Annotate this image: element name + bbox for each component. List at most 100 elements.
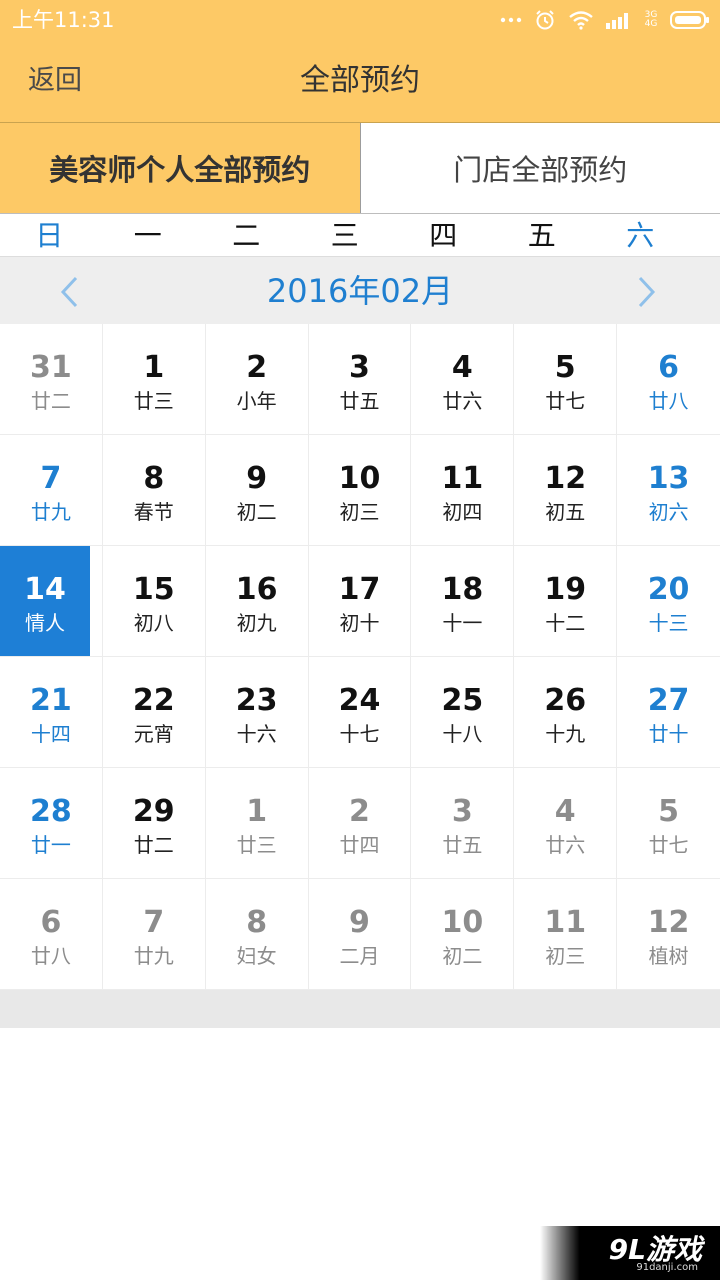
calendar-day[interactable]: 8 妇女 <box>205 879 309 990</box>
calendar-day[interactable]: 10 初三 <box>308 435 412 546</box>
lunar-date: 十八 <box>442 722 483 746</box>
weekday-header: 日 一 二 三 四 五 六 <box>0 214 720 256</box>
lunar-date: 初二 <box>442 944 483 968</box>
calendar-day[interactable]: 22 元宵 <box>102 657 206 768</box>
calendar-day[interactable]: 9 初二 <box>205 435 309 546</box>
weekday-sat: 六 <box>626 219 655 252</box>
calendar-day[interactable]: 18 十一 <box>411 546 515 657</box>
lunar-date: 春节 <box>133 500 174 524</box>
calendar-day[interactable]: 24 十七 <box>308 657 412 768</box>
lunar-date: 十一 <box>442 611 483 635</box>
lunar-date: 廿二 <box>30 389 71 413</box>
day-number: 9 <box>246 461 268 496</box>
lunar-date: 十六 <box>236 722 277 746</box>
calendar-day[interactable]: 6 廿八 <box>0 879 103 990</box>
day-number: 29 <box>132 794 175 829</box>
day-number: 24 <box>338 683 381 718</box>
lunar-date: 初十 <box>339 611 380 635</box>
calendar-day[interactable]: 1 廿三 <box>102 324 206 435</box>
wifi-icon <box>568 10 594 30</box>
calendar-day[interactable]: 1 廿三 <box>205 768 309 879</box>
day-number: 5 <box>554 350 576 385</box>
weekday-mon: 一 <box>133 219 162 252</box>
lunar-date: 廿四 <box>339 833 380 857</box>
network-type: 3G 4G <box>644 10 658 29</box>
signal-icon <box>606 11 632 29</box>
day-number: 28 <box>30 794 72 829</box>
lunar-date: 初八 <box>133 611 174 635</box>
calendar-day[interactable]: 16 初九 <box>205 546 309 657</box>
calendar-day[interactable]: 12 初五 <box>514 435 618 546</box>
calendar-day[interactable]: 29 廿二 <box>102 768 206 879</box>
day-number: 12 <box>647 905 690 940</box>
day-number: 7 <box>40 461 62 496</box>
lunar-date: 情人 <box>25 611 65 635</box>
calendar-day[interactable]: 19 十二 <box>514 546 618 657</box>
calendar-day-selected[interactable]: 14 情人 <box>0 546 103 657</box>
tab-store-appointments[interactable]: 门店全部预约 <box>360 123 720 213</box>
weekday-fri: 五 <box>527 219 556 252</box>
calendar-day[interactable]: 25 十八 <box>411 657 515 768</box>
chevron-right-icon[interactable] <box>636 275 658 313</box>
day-number: 8 <box>246 905 268 940</box>
calendar-day[interactable]: 2 廿四 <box>308 768 412 879</box>
day-number: 2 <box>349 794 370 829</box>
day-number: 25 <box>441 683 484 718</box>
lunar-date: 初三 <box>339 500 380 524</box>
calendar-day[interactable]: 12 植树 <box>617 879 720 990</box>
lunar-date: 廿九 <box>133 944 174 968</box>
calendar-day[interactable]: 5 廿七 <box>514 324 618 435</box>
calendar-day[interactable]: 31 廿二 <box>0 324 103 435</box>
day-number: 15 <box>132 572 175 607</box>
calendar-day[interactable]: 21 十四 <box>0 657 103 768</box>
calendar-day[interactable]: 10 初二 <box>411 879 515 990</box>
calendar-day[interactable]: 5 廿七 <box>617 768 720 879</box>
day-number: 18 <box>441 572 484 607</box>
lunar-date: 廿五 <box>442 833 483 857</box>
weekday-sun: 日 <box>35 219 64 252</box>
calendar-day[interactable]: 3 廿五 <box>411 768 515 879</box>
calendar-day[interactable]: 7 廿九 <box>102 879 206 990</box>
calendar-day[interactable]: 4 廿六 <box>514 768 618 879</box>
alarm-icon <box>534 9 556 31</box>
lunar-date: 十四 <box>30 722 71 746</box>
calendar-day[interactable]: 17 初十 <box>308 546 412 657</box>
calendar-day[interactable]: 28 廿一 <box>0 768 103 879</box>
calendar-day[interactable]: 6 廿八 <box>617 324 720 435</box>
day-number: 4 <box>554 794 576 829</box>
lunar-date: 廿六 <box>442 389 483 413</box>
calendar-day[interactable]: 15 初八 <box>102 546 206 657</box>
lunar-date: 廿七 <box>545 389 586 413</box>
calendar-day[interactable]: 13 初六 <box>617 435 720 546</box>
calendar-day[interactable]: 20 十三 <box>617 546 720 657</box>
day-number: 8 <box>143 461 165 496</box>
calendar-day[interactable]: 8 春节 <box>102 435 206 546</box>
day-number: 12 <box>544 461 587 496</box>
tab-beautician-appointments[interactable]: 美容师个人全部预约 <box>0 123 361 213</box>
calendar-day[interactable]: 4 廿六 <box>411 324 515 435</box>
calendar-day[interactable]: 27 廿十 <box>617 657 720 768</box>
month-navigator: 2016年02月 <box>0 256 720 324</box>
day-number: 17 <box>338 572 381 607</box>
lunar-date: 初九 <box>236 611 277 635</box>
calendar-day[interactable]: 7 廿九 <box>0 435 103 546</box>
calendar-day[interactable]: 11 初三 <box>514 879 618 990</box>
lunar-date: 初六 <box>648 500 689 524</box>
weekday-wed: 三 <box>330 219 359 252</box>
lunar-date: 十三 <box>648 611 689 635</box>
calendar-day[interactable]: 2 小年 <box>205 324 309 435</box>
lunar-date: 廿十 <box>648 722 689 746</box>
lunar-date: 元宵 <box>133 722 174 746</box>
calendar-day[interactable]: 23 十六 <box>205 657 309 768</box>
lunar-date: 二月 <box>339 944 380 968</box>
day-number: 9 <box>349 905 370 940</box>
calendar-day[interactable]: 26 十九 <box>514 657 618 768</box>
calendar-day[interactable]: 3 廿五 <box>308 324 412 435</box>
calendar-day[interactable]: 9 二月 <box>308 879 412 990</box>
lunar-date: 廿九 <box>30 500 71 524</box>
calendar-day[interactable]: 11 初四 <box>411 435 515 546</box>
appointment-tabs: 美容师个人全部预约 门店全部预约 <box>0 122 720 214</box>
status-icons: 3G 4G <box>500 8 710 32</box>
calendar-grid: 31 廿二 1 廿三 2 小年 3 廿五 4 廿六 5 廿七 6 廿八 7 廿九 8 春节 9 初二 10 初三 11 初四 1… <box>0 324 720 990</box>
day-number: 21 <box>30 683 72 718</box>
